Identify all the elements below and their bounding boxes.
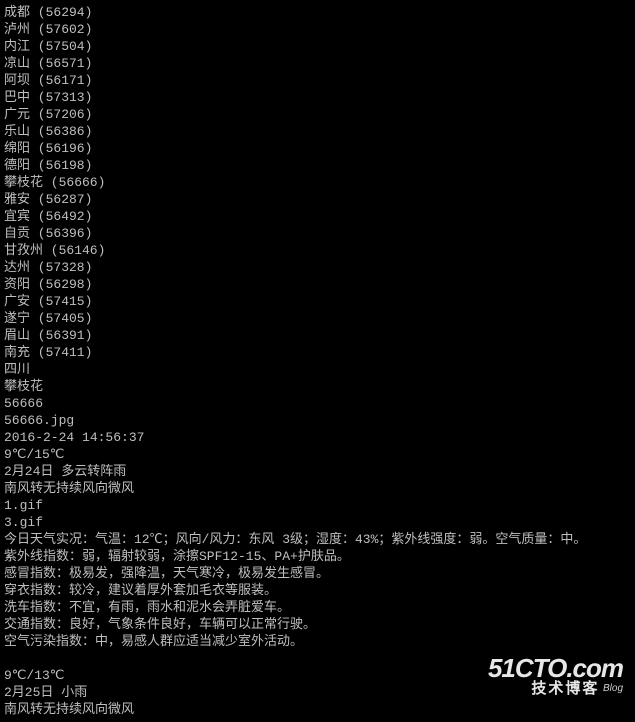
- city-line-15: 达州 (57328): [4, 259, 631, 276]
- city-line-1: 泸州 (57602): [4, 21, 631, 38]
- city-line-18: 遂宁 (57405): [4, 310, 631, 327]
- city-line-20: 南充 (57411): [4, 344, 631, 361]
- logo-cn: 技术博客: [531, 680, 599, 697]
- city-line-11: 雅安 (56287): [4, 191, 631, 208]
- wear-line: 穿衣指数：较冷，建议着厚外套加毛衣等服装。: [4, 582, 631, 599]
- city-line-16: 资阳 (56298): [4, 276, 631, 293]
- logo-brand: 51CTO: [488, 653, 566, 683]
- today-date-line: 2月24日 多云转阵雨: [4, 463, 631, 480]
- city-line-4: 阿坝 (56171): [4, 72, 631, 89]
- car-line: 洗车指数：不宜，有雨，雨水和泥水会弄脏爱车。: [4, 599, 631, 616]
- city-line-2: 内江 (57504): [4, 38, 631, 55]
- traffic-line: 交通指数：良好，气象条件良好，车辆可以正常行驶。: [4, 616, 631, 633]
- console-output: 成都 (56294)泸州 (57602)内江 (57504)凉山 (56571)…: [4, 4, 631, 718]
- today-wind-line: 南风转无持续风向微风: [4, 480, 631, 497]
- logo-tag: Blog: [603, 683, 623, 694]
- city-line-17: 广安 (57415): [4, 293, 631, 310]
- city-line-12: 宜宾 (56492): [4, 208, 631, 225]
- city-line-0: 成都 (56294): [4, 4, 631, 21]
- today-desc-line: 今日天气实况：气温：12℃；风向/风力：东风 3级；湿度：43%；紫外线强度：弱…: [4, 531, 631, 548]
- icon3-line: 3.gif: [4, 514, 631, 531]
- city-line-9: 德阳 (56198): [4, 157, 631, 174]
- province-line: 四川: [4, 361, 631, 378]
- uv-line: 紫外线指数：弱，辐射较弱，涂擦SPF12-15、PA+护肤品。: [4, 548, 631, 565]
- datetime-line: 2016-2-24 14:56:37: [4, 429, 631, 446]
- image-file-line: 56666.jpg: [4, 412, 631, 429]
- tomorrow-wind-line: 南风转无持续风向微风: [4, 701, 631, 718]
- selected-city-line: 攀枝花: [4, 378, 631, 395]
- city-line-6: 广元 (57206): [4, 106, 631, 123]
- city-line-7: 乐山 (56386): [4, 123, 631, 140]
- logo-tld: .com: [566, 653, 623, 683]
- city-line-3: 凉山 (56571): [4, 55, 631, 72]
- city-line-13: 自贡 (56396): [4, 225, 631, 242]
- city-line-19: 眉山 (56391): [4, 327, 631, 344]
- cold-line: 感冒指数：极易发，强降温，天气寒冷，极易发生感冒。: [4, 565, 631, 582]
- selected-code-line: 56666: [4, 395, 631, 412]
- today-temp-line: 9℃/15℃: [4, 446, 631, 463]
- icon1-line: 1.gif: [4, 497, 631, 514]
- city-line-10: 攀枝花 (56666): [4, 174, 631, 191]
- city-line-14: 甘孜州 (56146): [4, 242, 631, 259]
- city-line-5: 巴中 (57313): [4, 89, 631, 106]
- city-line-8: 绵阳 (56196): [4, 140, 631, 157]
- logo-51cto: 51CTO.com 技术博客 Blog: [488, 655, 623, 696]
